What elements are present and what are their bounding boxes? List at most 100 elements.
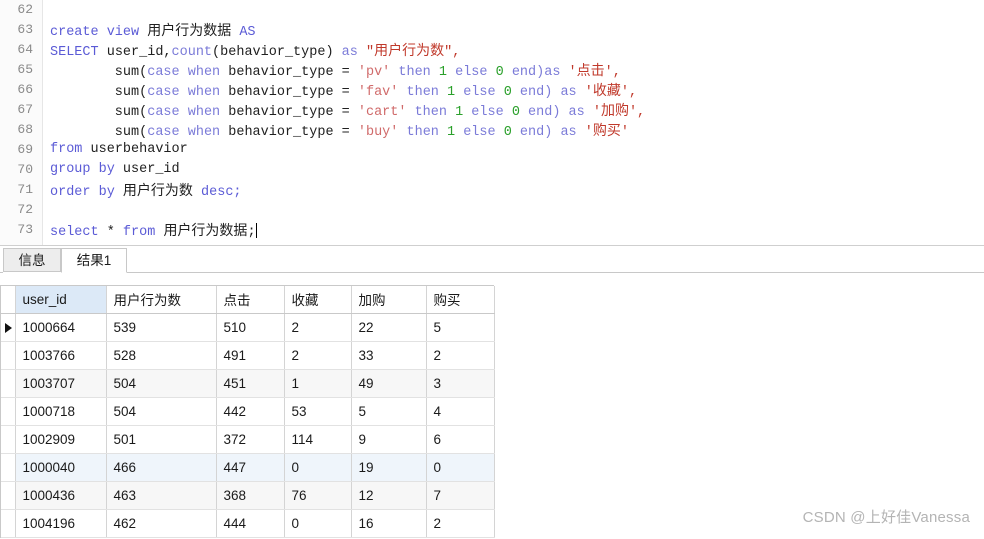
table-cell[interactable]: 528: [106, 341, 217, 370]
table-row[interactable]: 1003707 504 451 1 49 3: [1, 369, 495, 398]
code-token: select: [50, 225, 107, 240]
table-cell[interactable]: 2: [284, 313, 352, 342]
tab-result1[interactable]: 结果1: [61, 248, 127, 273]
column-header-purchase[interactable]: 购买: [426, 286, 495, 314]
table-cell[interactable]: 0: [284, 509, 352, 538]
code-token: case when: [147, 85, 229, 100]
table-cell[interactable]: 442: [216, 397, 285, 426]
code-token: 0: [511, 105, 520, 120]
table-cell[interactable]: 4: [426, 397, 495, 426]
row-marker-cell[interactable]: [1, 453, 16, 482]
sql-editor[interactable]: 62 63 create view 用户行为数据 AS 64 SELECT user_i…: [0, 0, 984, 246]
code-line[interactable]: 71 order by 用户行为数 desc;: [0, 180, 984, 200]
code-line[interactable]: 72: [0, 200, 984, 220]
code-text: from userbehavior: [50, 140, 188, 160]
table-cell[interactable]: 76: [284, 481, 352, 510]
tabbar-baseline-left: [0, 272, 3, 273]
table-cell[interactable]: 1: [284, 369, 352, 398]
table-row[interactable]: 1000718 504 442 53 5 4: [1, 397, 495, 426]
tab-info[interactable]: 信息: [3, 248, 61, 272]
code-line[interactable]: 63 create view 用户行为数据 AS: [0, 20, 984, 40]
code-line[interactable]: 64 SELECT user_id,count(behavior_type) as…: [0, 40, 984, 60]
table-cell[interactable]: 1002909: [15, 425, 107, 454]
code-token: (behavior_type): [212, 45, 342, 60]
column-header-clicks[interactable]: 点击: [216, 286, 285, 314]
table-cell[interactable]: 22: [351, 313, 427, 342]
table-row[interactable]: 1000436 463 368 76 12 7: [1, 481, 495, 510]
table-cell[interactable]: 504: [106, 397, 217, 426]
table-cell[interactable]: 1000718: [15, 397, 107, 426]
code-token: sum: [50, 65, 140, 80]
table-cell[interactable]: 510: [216, 313, 285, 342]
code-token: then: [406, 105, 456, 120]
table-cell[interactable]: 462: [106, 509, 217, 538]
table-cell[interactable]: 19: [351, 453, 427, 482]
table-cell[interactable]: 1003707: [15, 369, 107, 398]
row-marker-cell[interactable]: [1, 369, 16, 398]
row-marker-cell[interactable]: [1, 313, 16, 342]
table-cell[interactable]: 463: [106, 481, 217, 510]
code-line[interactable]: 62: [0, 0, 984, 20]
table-cell[interactable]: 368: [216, 481, 285, 510]
result-table[interactable]: user_id 用户行为数 点击 收藏 加购 购买 1000664 539 510 2…: [1, 286, 495, 538]
code-line[interactable]: 67 sum(case when behavior_type = 'cart' …: [0, 100, 984, 120]
table-cell[interactable]: 372: [216, 425, 285, 454]
table-cell[interactable]: 491: [216, 341, 285, 370]
table-cell[interactable]: 5: [426, 313, 495, 342]
table-cell[interactable]: 0: [426, 453, 495, 482]
table-cell[interactable]: 1003766: [15, 341, 107, 370]
row-marker-cell[interactable]: [1, 425, 16, 454]
result-table-body[interactable]: 1000664 539 510 2 22 5 1003766 528 491 2 33 2 100370…: [1, 313, 495, 538]
table-cell[interactable]: 0: [284, 453, 352, 482]
result-tabbar[interactable]: 信息 结果1: [0, 248, 984, 273]
table-cell[interactable]: 16: [351, 509, 427, 538]
column-header-behavior-count[interactable]: 用户行为数: [106, 286, 217, 314]
table-row[interactable]: 1003766 528 491 2 33 2: [1, 341, 495, 370]
row-marker-cell[interactable]: [1, 397, 16, 426]
table-cell[interactable]: 3: [426, 369, 495, 398]
row-marker-cell[interactable]: [1, 481, 16, 510]
table-cell[interactable]: 1000040: [15, 453, 107, 482]
result-grid[interactable]: user_id 用户行为数 点击 收藏 加购 购买 1000664 539 510 2…: [0, 285, 495, 538]
table-cell[interactable]: 1000664: [15, 313, 107, 342]
table-cell[interactable]: 1000436: [15, 481, 107, 510]
code-token: sum: [50, 125, 140, 140]
code-token: 1: [455, 105, 464, 120]
row-marker-cell[interactable]: [1, 341, 16, 370]
table-cell[interactable]: 7: [426, 481, 495, 510]
table-cell[interactable]: 1004196: [15, 509, 107, 538]
table-cell[interactable]: 33: [351, 341, 427, 370]
column-header-user-id[interactable]: user_id: [15, 286, 107, 314]
table-cell[interactable]: 466: [106, 453, 217, 482]
table-cell[interactable]: 2: [426, 341, 495, 370]
table-cell[interactable]: 12: [351, 481, 427, 510]
table-cell[interactable]: 444: [216, 509, 285, 538]
table-cell[interactable]: 2: [426, 509, 495, 538]
table-cell[interactable]: 9: [351, 425, 427, 454]
table-cell[interactable]: 6: [426, 425, 495, 454]
table-cell[interactable]: 451: [216, 369, 285, 398]
table-cell[interactable]: 5: [351, 397, 427, 426]
column-header-favorites[interactable]: 收藏: [284, 286, 352, 314]
table-cell[interactable]: 501: [106, 425, 217, 454]
table-row[interactable]: 1004196 462 444 0 16 2: [1, 509, 495, 538]
code-line[interactable]: 70 group by user_id: [0, 160, 984, 180]
code-line[interactable]: 65 sum(case when behavior_type = 'pv' th…: [0, 60, 984, 80]
table-cell[interactable]: 114: [284, 425, 352, 454]
table-cell[interactable]: 2: [284, 341, 352, 370]
table-row[interactable]: 1000040 466 447 0 19 0: [1, 453, 495, 482]
table-cell[interactable]: 504: [106, 369, 217, 398]
table-cell[interactable]: 539: [106, 313, 217, 342]
column-header-cart[interactable]: 加购: [351, 286, 427, 314]
table-cell[interactable]: 53: [284, 397, 352, 426]
code-line[interactable]: 66 sum(case when behavior_type = 'fav' t…: [0, 80, 984, 100]
code-line[interactable]: 73 select * from 用户行为数据;: [0, 220, 984, 240]
table-row[interactable]: 1002909 501 372 114 9 6: [1, 425, 495, 454]
code-line[interactable]: 69 from userbehavior: [0, 140, 984, 160]
code-line[interactable]: 68 sum(case when behavior_type = 'buy' t…: [0, 120, 984, 140]
table-row[interactable]: 1000664 539 510 2 22 5: [1, 313, 495, 342]
row-marker-cell[interactable]: [1, 509, 16, 538]
code-lines-container[interactable]: 62 63 create view 用户行为数据 AS 64 SELECT user_i…: [0, 0, 984, 240]
table-cell[interactable]: 49: [351, 369, 427, 398]
table-cell[interactable]: 447: [216, 453, 285, 482]
